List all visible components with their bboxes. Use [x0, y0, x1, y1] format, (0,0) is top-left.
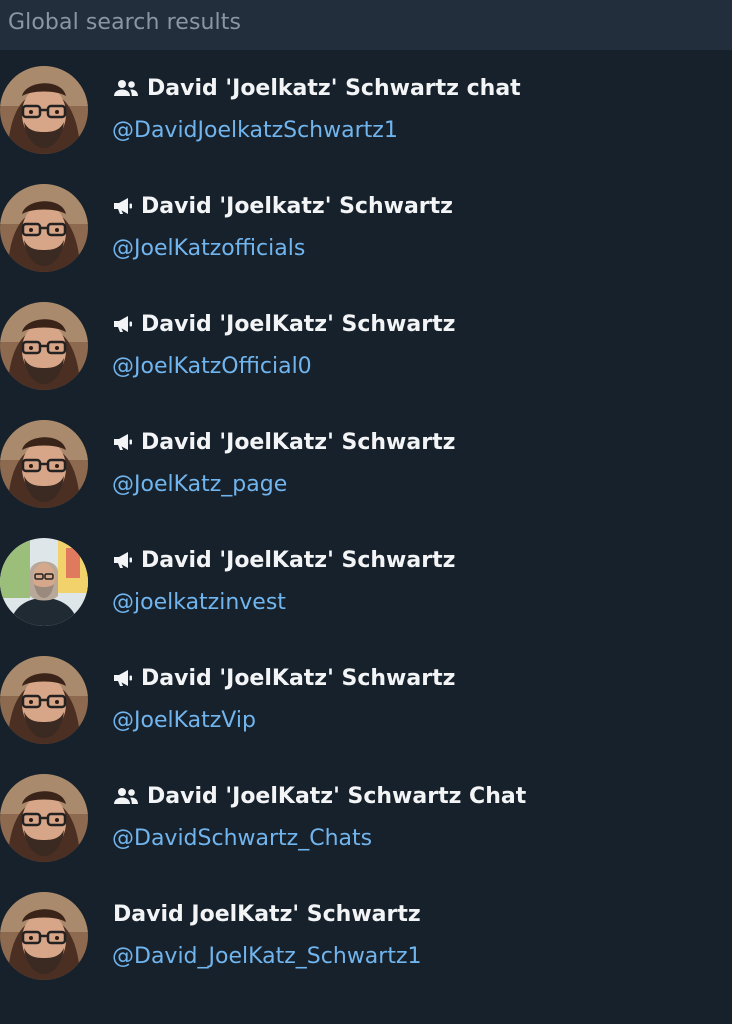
search-result-item[interactable]: David 'JoelKatz' Schwartz @JoelKatzVip: [0, 640, 732, 758]
result-username: @joelkatzinvest: [112, 590, 286, 615]
avatar: [0, 656, 88, 744]
result-title-line: David 'JoelKatz' Schwartz: [113, 662, 455, 694]
avatar: [0, 538, 88, 626]
result-name: David 'JoelKatz' Schwartz Chat: [147, 783, 527, 809]
result-title-line: David 'Joelkatz' Schwartz: [113, 190, 453, 222]
avatar: [0, 774, 88, 862]
result-name: David 'JoelKatz' Schwartz: [141, 429, 456, 455]
search-result-item[interactable]: David 'JoelKatz' Schwartz @JoelKatz_page: [0, 404, 732, 522]
search-result-item[interactable]: David 'Joelkatz' Schwartz @JoelKatzoffici…: [0, 168, 732, 286]
result-title-line: David 'JoelKatz' Schwartz: [113, 308, 455, 340]
result-username: @JoelKatz_page: [112, 472, 288, 497]
result-username: @DavidSchwartz_Chats: [112, 826, 373, 851]
channel-megaphone-icon: [113, 433, 133, 451]
avatar: [0, 302, 88, 390]
result-name: David 'JoelKatz' Schwartz: [141, 665, 456, 691]
result-title-line: David 'JoelKatz' Schwartz: [113, 544, 455, 576]
search-result-item[interactable]: David 'JoelKatz' Schwartz @JoelKatzOffici…: [0, 286, 732, 404]
search-results-header: Global search results: [0, 0, 732, 50]
result-name: David 'Joelkatz' Schwartz: [141, 193, 453, 219]
search-result-item[interactable]: David 'Joelkatz' Schwartz chat @DavidJoel…: [0, 50, 732, 168]
result-username: @JoelKatzOfficial0: [112, 354, 312, 379]
group-icon: [113, 787, 139, 805]
channel-megaphone-icon: [113, 669, 133, 687]
channel-megaphone-icon: [113, 315, 133, 333]
avatar: [0, 184, 88, 272]
result-username: @JoelKatzofficials: [112, 236, 306, 261]
search-result-item[interactable]: David 'JoelKatz' Schwartz Chat @DavidSchw…: [0, 758, 732, 876]
result-name: David 'JoelKatz' Schwartz: [141, 547, 456, 573]
header-title: Global search results: [8, 10, 242, 35]
search-result-item[interactable]: David 'JoelKatz' Schwartz @joelkatzinvest: [0, 522, 732, 640]
avatar: [0, 66, 88, 154]
search-results-list: David 'Joelkatz' Schwartz chat @DavidJoel…: [0, 50, 732, 994]
result-title-line: David 'Joelkatz' Schwartz chat: [113, 72, 521, 104]
avatar: [0, 420, 88, 508]
group-icon: [113, 79, 139, 97]
channel-megaphone-icon: [113, 551, 133, 569]
search-result-item[interactable]: David JoelKatz' Schwartz @David_JoelKatz_…: [0, 876, 732, 994]
result-username: @JoelKatzVip: [112, 708, 256, 733]
channel-megaphone-icon: [113, 197, 133, 215]
avatar: [0, 892, 88, 980]
result-title-line: David 'JoelKatz' Schwartz Chat: [113, 780, 526, 812]
result-name: David JoelKatz' Schwartz: [113, 901, 421, 927]
result-title-line: David JoelKatz' Schwartz: [113, 898, 421, 930]
result-name: David 'JoelKatz' Schwartz: [141, 311, 456, 337]
result-username: @David_JoelKatz_Schwartz1: [112, 944, 422, 969]
result-username: @DavidJoelkatzSchwartz1: [112, 118, 398, 143]
result-title-line: David 'JoelKatz' Schwartz: [113, 426, 455, 458]
result-name: David 'Joelkatz' Schwartz chat: [147, 75, 521, 101]
